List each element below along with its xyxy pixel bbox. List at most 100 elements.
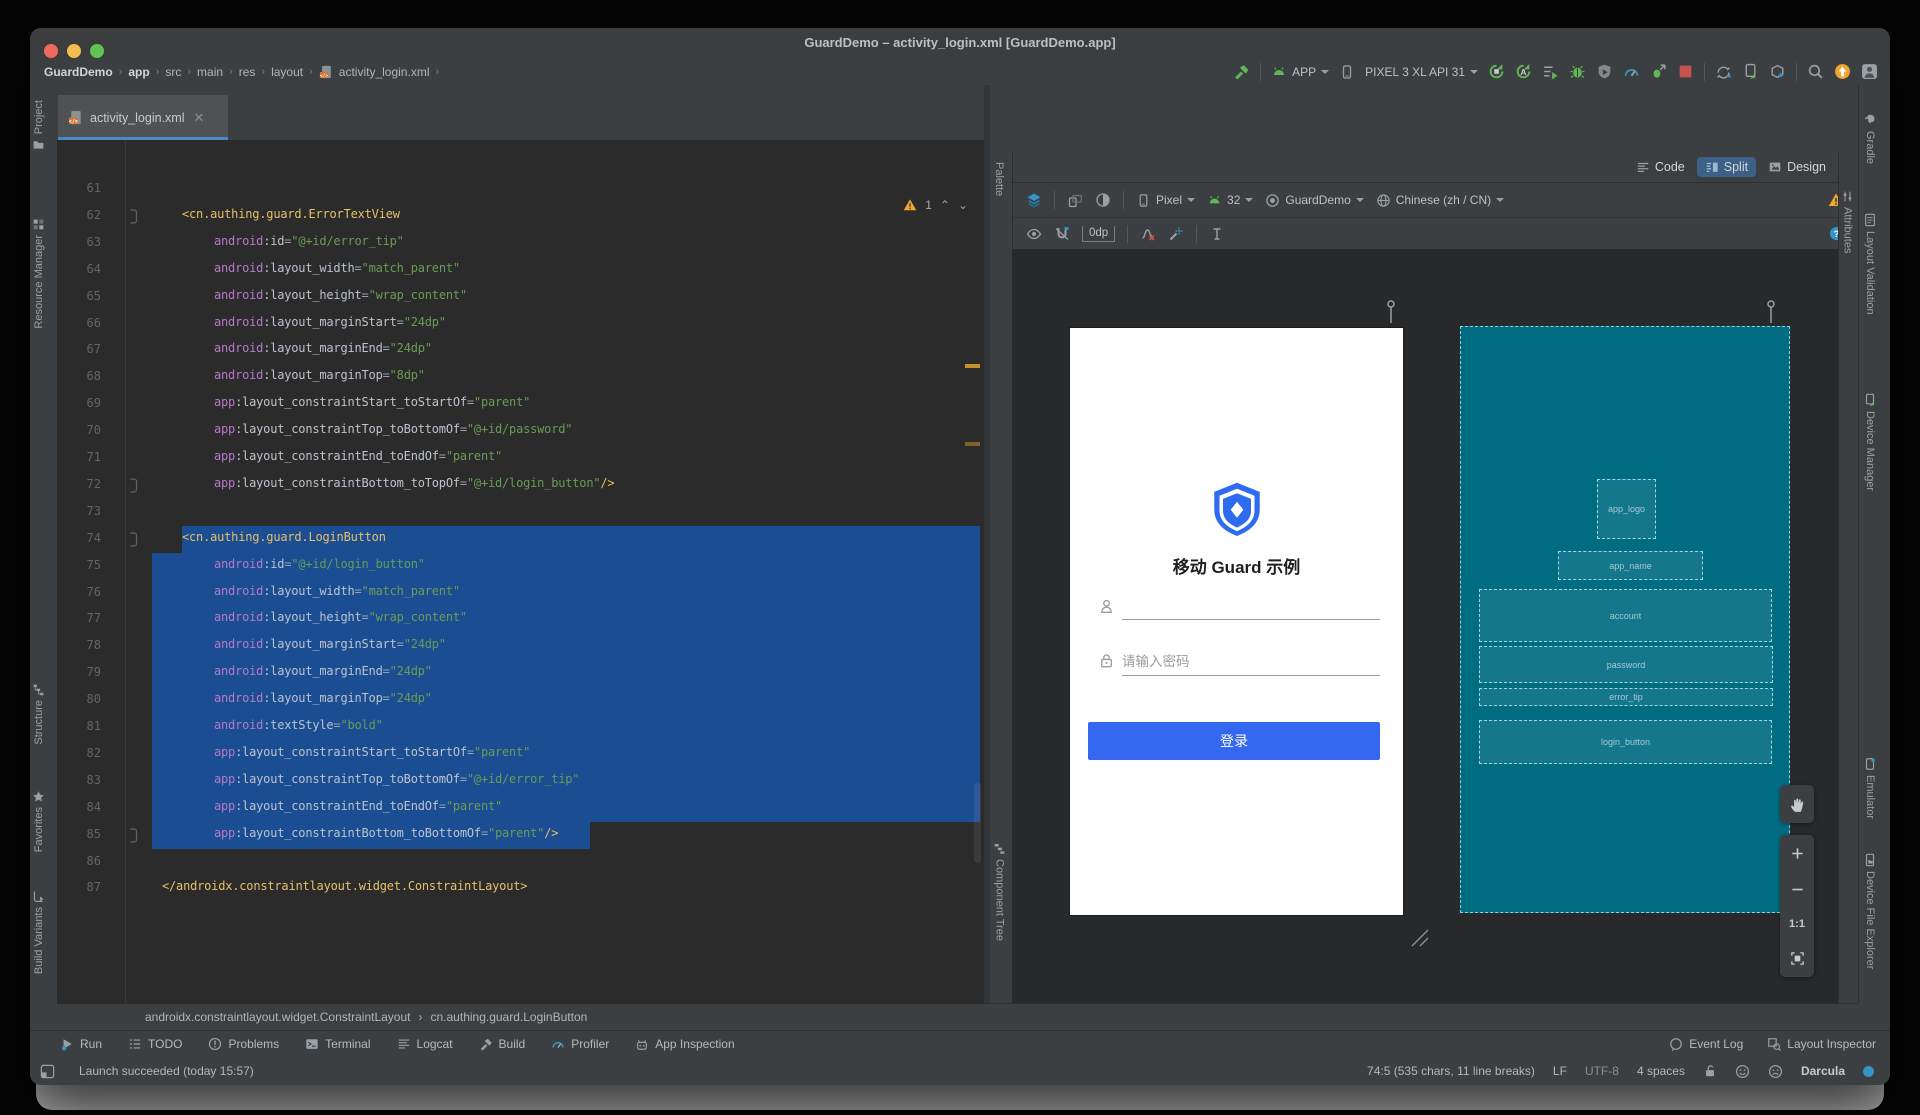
view-options-icon[interactable] bbox=[1026, 226, 1042, 242]
api-level-select[interactable]: 32 bbox=[1207, 193, 1254, 208]
zoom-to-fit-button[interactable] bbox=[1790, 951, 1805, 966]
component-tree-tab[interactable]: Component Tree bbox=[993, 842, 1006, 941]
theme-color-dot[interactable] bbox=[1863, 1065, 1874, 1077]
account-input-underline[interactable] bbox=[1122, 619, 1380, 620]
autoconnect-icon[interactable] bbox=[1054, 226, 1070, 242]
tool-window-button-problems[interactable]: Problems bbox=[208, 1037, 279, 1051]
attach-debugger-icon[interactable] bbox=[1650, 63, 1667, 80]
fold-marker-icon[interactable] bbox=[129, 209, 138, 229]
fold-marker-icon[interactable] bbox=[129, 478, 138, 498]
inspection-widget[interactable]: 1 ⌃ ⌄ bbox=[903, 198, 968, 212]
stop-icon[interactable] bbox=[1677, 63, 1694, 80]
tool-window-button-build[interactable]: Build bbox=[479, 1037, 525, 1051]
scrollbar-warning-mark[interactable] bbox=[965, 442, 980, 446]
tool-window-button-terminal[interactable]: Terminal bbox=[305, 1037, 371, 1051]
tool-window-button-app-inspection[interactable]: App Inspection bbox=[635, 1037, 735, 1051]
palette-tab[interactable]: Palette bbox=[993, 162, 1005, 196]
code-line-63[interactable]: 63 android:id="@+id/error_tip" bbox=[57, 230, 984, 257]
code-line-64[interactable]: 64 android:layout_width="match_parent" bbox=[57, 257, 984, 284]
breadcrumb-item[interactable]: GuardDemo bbox=[44, 65, 113, 79]
orientation-icon[interactable] bbox=[1067, 192, 1083, 208]
text-size-icon[interactable] bbox=[1209, 226, 1225, 242]
code-line-75[interactable]: 75 android:id="@+id/login_button" bbox=[57, 552, 984, 580]
theme-select[interactable]: GuardDemo bbox=[1265, 193, 1364, 208]
breadcrumb-item[interactable]: src bbox=[165, 65, 181, 79]
password-hint[interactable]: 请输入密码 bbox=[1122, 650, 1190, 670]
blueprint-canvas[interactable]: app_logo app_name account password error_tip… bbox=[1460, 326, 1790, 913]
readonly-toggle-icon[interactable] bbox=[1703, 1064, 1717, 1078]
fold-marker-icon[interactable] bbox=[129, 827, 138, 848]
code-line-67[interactable]: 67 android:layout_marginEnd="24dp" bbox=[57, 337, 984, 364]
locale-select[interactable]: Chinese (zh / CN) bbox=[1376, 193, 1505, 208]
tool-window-tab-device-manager[interactable]: Device Manager bbox=[1863, 393, 1877, 491]
mode-button-split[interactable]: Split bbox=[1696, 157, 1757, 177]
mode-button-code[interactable]: Code bbox=[1628, 157, 1693, 177]
code-line-80[interactable]: 80 android:layout_marginTop="24dp" bbox=[57, 687, 984, 715]
canvas-resize-handle[interactable] bbox=[1408, 926, 1430, 948]
blueprint-view-app_name[interactable]: app_name bbox=[1558, 551, 1703, 580]
tool-window-toggle-icon[interactable] bbox=[40, 1064, 55, 1079]
profile-shield-icon[interactable] bbox=[1596, 63, 1613, 80]
tab-activity-login-xml[interactable]: </> activity_login.xml ✕ bbox=[58, 95, 228, 140]
tool-window-button-profiler[interactable]: Profiler bbox=[551, 1037, 609, 1051]
run-restart-icon[interactable] bbox=[1488, 63, 1505, 80]
code-line-77[interactable]: 77 android:layout_height="wrap_content" bbox=[57, 606, 984, 634]
design-blueprint-mode-icon[interactable] bbox=[1026, 192, 1042, 208]
update-icon[interactable] bbox=[1834, 63, 1851, 80]
breadcrumb-item[interactable]: layout bbox=[271, 65, 303, 79]
code-line-71[interactable]: 71 app:layout_constraintEnd_toEndOf="pare… bbox=[57, 445, 984, 472]
editor-scrollbar[interactable] bbox=[974, 783, 981, 863]
mode-button-design[interactable]: Design bbox=[1760, 157, 1834, 177]
code-line-85[interactable]: 85 app:layout_constraintBottom_toBottomOf… bbox=[57, 821, 984, 849]
code-line-68[interactable]: 68 android:layout_marginTop="8dp" bbox=[57, 364, 984, 391]
tool-window-tab-build-variants[interactable]: Build Variants bbox=[32, 890, 45, 974]
code-line-78[interactable]: 78 android:layout_marginStart="24dp" bbox=[57, 633, 984, 661]
blueprint-view-app_logo[interactable]: app_logo bbox=[1597, 479, 1656, 539]
code-line-86[interactable]: 86 bbox=[57, 849, 984, 876]
tool-window-tab-structure[interactable]: Structure bbox=[32, 683, 45, 745]
breadcrumb-item[interactable]: main bbox=[197, 65, 223, 79]
design-surface[interactable]: 移动 Guard 示例 请输入密码 登录 app_logo app_name acc… bbox=[1012, 250, 1838, 1003]
debug-bug-icon[interactable] bbox=[1569, 63, 1586, 80]
tool-window-button-layout-inspector[interactable]: Layout Inspector bbox=[1767, 1037, 1876, 1051]
gradle-sync-icon[interactable] bbox=[1715, 63, 1732, 80]
tool-window-tab-device-file-explorer[interactable]: Device File Explorer bbox=[1863, 853, 1877, 969]
tool-window-button-run[interactable]: Run bbox=[60, 1037, 102, 1051]
xml-breadcrumb-item[interactable]: cn.authing.guard.LoginButton bbox=[431, 1010, 588, 1024]
code-line-81[interactable]: 81 android:textStyle="bold" bbox=[57, 714, 984, 741]
feedback-frown-icon[interactable] bbox=[1768, 1064, 1783, 1079]
code-line-61[interactable]: 61 bbox=[57, 176, 984, 203]
build-hammer-icon[interactable] bbox=[1233, 63, 1250, 80]
breadcrumb-item[interactable]: res bbox=[239, 65, 256, 79]
code-line-74[interactable]: 74 <cn.authing.guard.LoginButton bbox=[57, 525, 984, 553]
device-select[interactable]: Pixel bbox=[1136, 193, 1196, 208]
apply-changes-icon[interactable] bbox=[1542, 63, 1559, 80]
tool-window-tab-favorites[interactable]: Favorites bbox=[32, 790, 45, 852]
tool-window-tab-gradle[interactable]: Gradle bbox=[1863, 113, 1877, 164]
code-line-87[interactable]: 87 </androidx.constraintlayout.widget.Con… bbox=[57, 875, 984, 902]
tab-close-icon[interactable]: ✕ bbox=[193, 110, 204, 126]
code-line-72[interactable]: 72 app:layout_constraintBottom_toTopOf="@… bbox=[57, 472, 984, 499]
zoom-reset-button[interactable]: 1:1 bbox=[1789, 918, 1805, 930]
infer-constraints-icon[interactable] bbox=[1168, 226, 1184, 242]
zoom-out-button[interactable] bbox=[1790, 882, 1805, 897]
tool-window-button-event-log[interactable]: Event Log bbox=[1669, 1037, 1743, 1051]
feedback-smile-icon[interactable] bbox=[1735, 1064, 1750, 1079]
pan-tool-button[interactable] bbox=[1780, 785, 1814, 823]
code-line-69[interactable]: 69 app:layout_constraintStart_toStartOf="… bbox=[57, 391, 984, 418]
code-line-83[interactable]: 83 app:layout_constraintTop_toBottomOf="@… bbox=[57, 767, 984, 795]
password-input-underline[interactable] bbox=[1122, 675, 1380, 676]
next-issue-icon[interactable]: ⌄ bbox=[958, 198, 968, 212]
caret-position[interactable]: 74:5 (535 chars, 11 line breaks) bbox=[1367, 1064, 1535, 1078]
zoom-in-button[interactable] bbox=[1790, 846, 1805, 861]
prev-issue-icon[interactable]: ⌃ bbox=[940, 198, 950, 212]
attributes-tab[interactable]: Attributes bbox=[1841, 190, 1854, 253]
xml-breadcrumb-item[interactable]: androidx.constraintlayout.widget.Constra… bbox=[145, 1010, 411, 1024]
run-configuration-select[interactable]: APP bbox=[1271, 64, 1330, 80]
night-mode-icon[interactable] bbox=[1095, 192, 1111, 208]
tool-window-button-todo[interactable]: TODO bbox=[128, 1037, 182, 1051]
device-manager-icon[interactable] bbox=[1742, 63, 1759, 80]
code-line-65[interactable]: 65 android:layout_height="wrap_content" bbox=[57, 284, 984, 311]
line-separator[interactable]: LF bbox=[1553, 1064, 1567, 1078]
code-line-82[interactable]: 82 app:layout_constraintStart_toStartOf="… bbox=[57, 740, 984, 768]
